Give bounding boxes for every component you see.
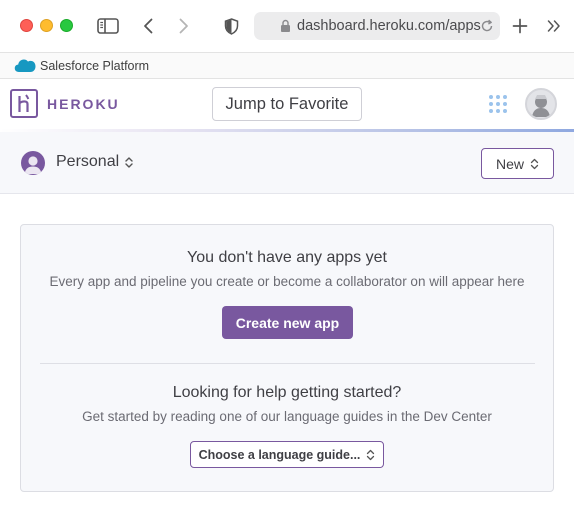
- reload-icon[interactable]: [480, 19, 494, 38]
- salesforce-cloud-icon: [14, 58, 36, 78]
- new-button[interactable]: New: [481, 148, 554, 179]
- lock-icon: [280, 19, 291, 38]
- help-description: Get started by reading one of our langua…: [82, 409, 492, 424]
- jump-to-favorite-button[interactable]: Jump to Favorite: [212, 87, 362, 121]
- heroku-wordmark[interactable]: HEROKU: [47, 96, 120, 112]
- chevron-right-icon[interactable]: [176, 14, 192, 38]
- double-chevron-icon[interactable]: [545, 14, 563, 38]
- empty-state-title: You don't have any apps yet: [187, 249, 387, 266]
- personal-avatar-icon: [21, 151, 45, 175]
- chevron-up-down-icon: [367, 449, 375, 460]
- account-subheader: Personal New: [0, 132, 574, 194]
- favorites-bar: Salesforce Platform: [0, 52, 574, 79]
- favorite-link-salesforce[interactable]: Salesforce Platform: [40, 59, 149, 73]
- shield-icon[interactable]: [222, 14, 240, 38]
- language-guide-select[interactable]: Choose a language guide...: [190, 441, 384, 468]
- url-text: dashboard.heroku.com/apps: [297, 18, 481, 34]
- empty-state-description: Every app and pipeline you create or bec…: [49, 274, 525, 289]
- grid-icon[interactable]: [489, 95, 508, 114]
- zoom-window-button[interactable]: [60, 19, 73, 32]
- minimize-window-button[interactable]: [40, 19, 53, 32]
- heroku-header: HEROKU Jump to Favorite: [0, 79, 574, 129]
- sidebar-icon[interactable]: [96, 14, 120, 38]
- account-switcher-label[interactable]: Personal: [56, 153, 119, 171]
- close-window-button[interactable]: [20, 19, 33, 32]
- chevron-up-down-icon[interactable]: [124, 156, 134, 174]
- help-title: Looking for help getting started?: [172, 384, 402, 401]
- address-bar[interactable]: dashboard.heroku.com/apps: [254, 12, 500, 40]
- browser-toolbar: dashboard.heroku.com/apps: [0, 0, 574, 52]
- user-avatar[interactable]: [525, 88, 557, 120]
- language-guide-label: Choose a language guide...: [198, 447, 361, 462]
- heroku-logo-icon[interactable]: [10, 89, 38, 118]
- new-button-label: New: [495, 155, 524, 172]
- divider: [40, 363, 535, 364]
- chevron-up-down-icon: [530, 158, 539, 169]
- chevron-left-icon[interactable]: [140, 14, 156, 38]
- empty-apps-card: You don't have any apps yet Every app an…: [20, 224, 554, 492]
- create-new-app-button[interactable]: Create new app: [222, 306, 353, 339]
- plus-icon[interactable]: [511, 14, 529, 38]
